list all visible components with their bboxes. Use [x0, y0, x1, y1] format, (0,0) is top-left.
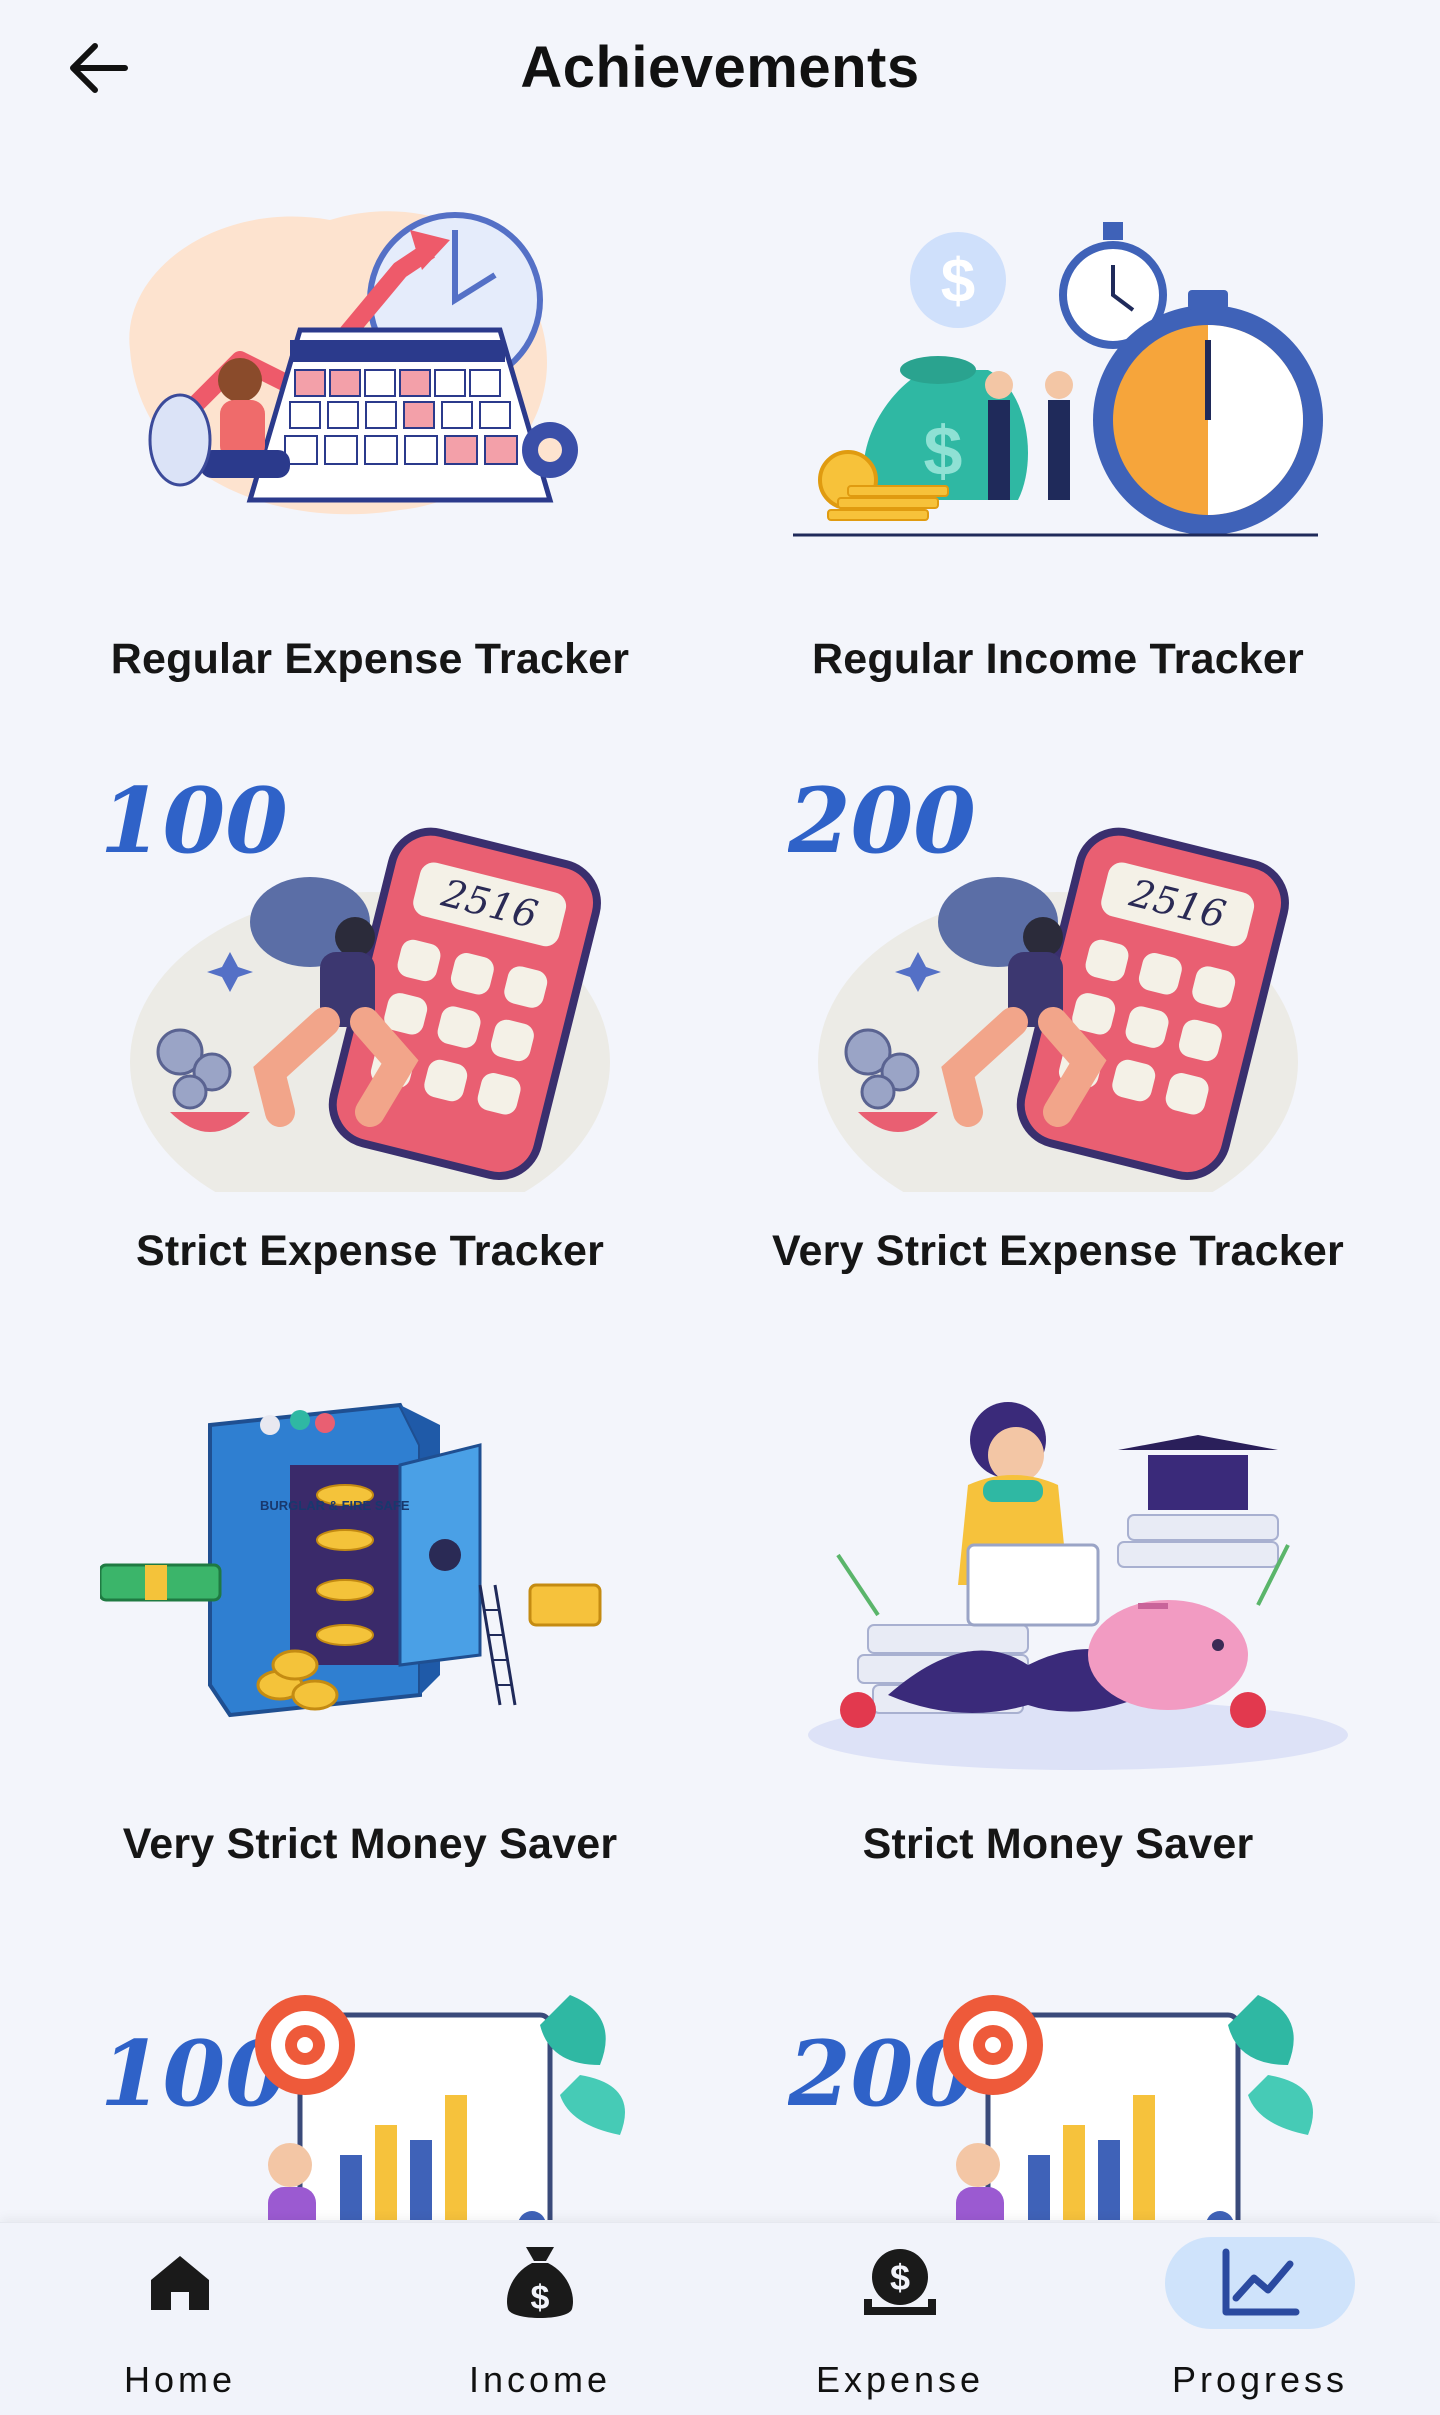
achievement-label: Strict Money Saver	[862, 1820, 1254, 1868]
nav-label: Income	[468, 2359, 612, 2400]
achievement-card-regular-income-tracker[interactable]: $ $ Regular Income Tracker	[748, 180, 1368, 700]
achievement-label: Very Strict Expense Tracker	[772, 1227, 1344, 1275]
calculator-illustration: 200 2516	[788, 772, 1298, 1192]
nav-label: Expense	[815, 2359, 985, 2400]
achievement-card-very-strict-money-saver[interactable]: BURGLAR & FIRE SAFE Very Strict Money Sa…	[60, 1365, 680, 1885]
svg-text:$: $	[531, 2279, 550, 2317]
svg-text:$: $	[924, 412, 963, 490]
safe-label: BURGLAR & FIRE SAFE	[260, 1498, 410, 1513]
target-chart-illustration: 100	[100, 1995, 625, 2220]
achievement-label: Regular Income Tracker	[812, 635, 1304, 683]
achievement-card-strict-money-saver[interactable]: Strict Money Saver	[748, 1365, 1368, 1885]
achievements-grid: Regular Expense Tracker $ $ Regular Inco…	[0, 160, 1440, 2220]
achievement-card-target-chart-200[interactable]: 200	[748, 1975, 1368, 2220]
nav-item-home[interactable]: Home	[50, 2223, 310, 2415]
nav-label: Progress	[1171, 2359, 1349, 2400]
calculator-illustration: 100 2516	[100, 772, 610, 1192]
svg-text:$: $	[890, 2257, 910, 2298]
achievement-label: Regular Expense Tracker	[110, 635, 630, 683]
dollar-coin-hand-icon: $	[860, 2247, 940, 2319]
achievement-badge-number: 100	[100, 772, 288, 874]
achievement-label: Very Strict Money Saver	[122, 1820, 618, 1868]
trend-chart-icon	[1220, 2247, 1300, 2319]
app-bar: Achievements	[0, 0, 1440, 135]
piggy-bank-study-illustration	[808, 1402, 1348, 1770]
nav-item-income[interactable]: $ Income	[410, 2223, 670, 2415]
achievement-card-very-strict-expense-tracker[interactable]: 200 2516 Very Strict Expense Tracker	[748, 772, 1368, 1292]
achievement-card-target-chart-100[interactable]: 100	[60, 1975, 680, 2220]
achievement-card-regular-expense-tracker[interactable]: Regular Expense Tracker	[60, 180, 680, 700]
nav-label: Home	[123, 2359, 237, 2400]
nav-item-progress[interactable]: Progress	[1130, 2223, 1390, 2415]
achievement-label: Strict Expense Tracker	[135, 1227, 605, 1275]
money-bag-stopwatch-illustration: $ $	[793, 222, 1323, 537]
svg-text:$: $	[941, 247, 975, 316]
safe-vault-illustration: BURGLAR & FIRE SAFE	[100, 1402, 602, 1718]
target-chart-illustration: 200	[788, 1995, 1313, 2220]
achievement-badge-number: 200	[788, 772, 976, 874]
home-icon	[140, 2247, 220, 2319]
bottom-navigation: Home $ Income $ Expense Progress	[0, 2222, 1440, 2415]
page-title: Achievements	[520, 35, 920, 100]
calendar-growth-illustration	[129, 211, 578, 515]
money-bag-icon: $	[500, 2247, 580, 2319]
nav-item-expense[interactable]: $ Expense	[770, 2223, 1030, 2415]
achievement-card-strict-expense-tracker[interactable]: 100 2516 Strict Expense Tracker	[60, 772, 680, 1292]
